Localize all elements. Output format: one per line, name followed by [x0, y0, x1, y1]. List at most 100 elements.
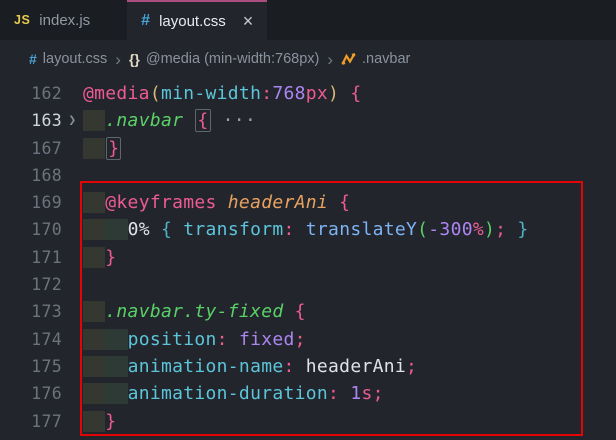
code-token	[83, 138, 105, 159]
code-token	[105, 219, 127, 240]
code-text: animation-name: headerAni;	[83, 353, 417, 380]
code-token: ···	[212, 110, 257, 131]
fold-column	[62, 298, 83, 325]
line-number: 175	[0, 353, 62, 380]
code-text: @media(min-width:768px) {	[83, 80, 361, 107]
code-token: {	[195, 109, 210, 132]
js-file-icon: JS	[14, 13, 30, 27]
css-class-icon	[341, 52, 356, 66]
code-token	[228, 329, 239, 350]
code-token	[105, 329, 127, 350]
code-token	[506, 219, 517, 240]
code-line[interactable]: 168	[0, 162, 616, 189]
fold-column	[62, 326, 83, 353]
code-token: :	[328, 383, 339, 404]
breadcrumb-item-file[interactable]: # layout.css	[29, 51, 107, 67]
line-number: 170	[0, 216, 62, 243]
code-token: }	[105, 411, 116, 432]
close-tab-icon[interactable]: ×	[243, 12, 254, 30]
code-line[interactable]: 163❯ .navbar { ···	[0, 107, 616, 134]
code-token: transform	[183, 219, 283, 240]
code-token: animation-duration	[128, 383, 328, 404]
code-token: (	[150, 83, 161, 104]
code-line[interactable]: 169 @keyframes headerAni {	[0, 189, 616, 216]
code-line[interactable]: 171 }	[0, 244, 616, 271]
code-token: {	[161, 219, 172, 240]
code-text: }	[83, 244, 116, 271]
code-line[interactable]: 167 }	[0, 135, 616, 162]
code-token: s	[361, 383, 372, 404]
code-token	[83, 301, 105, 322]
code-token: {	[295, 301, 306, 322]
chevron-right-icon: ›	[326, 51, 334, 68]
code-token	[83, 110, 105, 131]
code-token: fixed	[239, 329, 295, 350]
code-token: 0%	[128, 219, 150, 240]
fold-chevron-icon[interactable]: ❯	[62, 107, 83, 134]
code-token	[83, 219, 105, 240]
code-text: }	[83, 408, 116, 435]
code-token	[339, 383, 350, 404]
line-number: 176	[0, 380, 62, 407]
code-token: headerAni	[306, 356, 406, 377]
code-line[interactable]: 173 .navbar.ty-fixed {	[0, 298, 616, 325]
fold-column	[62, 408, 83, 435]
code-line[interactable]: 162 @media(min-width:768px) {	[0, 80, 616, 107]
fold-column	[62, 162, 83, 189]
code-token: translateY	[306, 219, 417, 240]
code-line[interactable]: 176 animation-duration: 1s;	[0, 380, 616, 407]
code-token	[105, 383, 127, 404]
code-token: :	[217, 329, 228, 350]
code-text: .navbar { ···	[83, 107, 256, 134]
code-token	[150, 219, 161, 240]
line-number: 174	[0, 326, 62, 353]
fold-column	[62, 80, 83, 107]
tab-layout-css[interactable]: # layout.css ×	[127, 0, 267, 40]
breadcrumb-label: layout.css	[43, 51, 107, 67]
fold-column	[62, 189, 83, 216]
code-token: 768	[272, 83, 305, 104]
code-token: {	[339, 192, 350, 213]
code-token	[172, 219, 183, 240]
code-token: ;	[406, 356, 417, 377]
code-line[interactable]: 175 animation-name: headerAni;	[0, 353, 616, 380]
code-token: min-width	[161, 83, 261, 104]
breadcrumb-item-navbar[interactable]: .navbar	[341, 51, 410, 67]
fold-column	[62, 244, 83, 271]
line-number: 173	[0, 298, 62, 325]
code-token: )	[328, 83, 339, 104]
code-token: @keyframes	[105, 192, 216, 213]
code-line[interactable]: 172	[0, 271, 616, 298]
code-area[interactable]: 162@media(min-width:768px) {163❯ .navbar…	[0, 80, 616, 435]
breadcrumb: # layout.css › {} @media (min-width:768p…	[0, 40, 616, 78]
breadcrumb-label: @media (min-width:768px)	[146, 51, 319, 67]
line-number: 162	[0, 80, 62, 107]
tab-index-js[interactable]: JS index.js	[0, 0, 104, 40]
code-token	[105, 356, 127, 377]
breadcrumb-item-media[interactable]: {} @media (min-width:768px)	[129, 51, 319, 67]
breadcrumb-label: .navbar	[362, 51, 410, 67]
fold-column	[62, 380, 83, 407]
code-token	[83, 192, 105, 213]
editor-tab-bar: JS index.js # layout.css ×	[0, 0, 616, 40]
code-token: )	[484, 219, 495, 240]
fold-column	[62, 216, 83, 243]
code-text: @keyframes headerAni {	[83, 189, 350, 216]
code-line[interactable]: 174 position: fixed;	[0, 326, 616, 353]
line-number: 163	[0, 107, 62, 134]
code-line[interactable]: 170 0% { transform: translateY(-300%); }	[0, 216, 616, 243]
code-token: :	[283, 356, 294, 377]
code-token: {	[350, 83, 361, 104]
code-token: }	[105, 247, 116, 268]
code-token	[83, 411, 105, 432]
code-token	[217, 192, 228, 213]
code-text: 0% { transform: translateY(-300%); }	[83, 216, 529, 243]
code-token	[183, 110, 194, 131]
line-number: 172	[0, 271, 62, 298]
code-line[interactable]: 177 }	[0, 408, 616, 435]
code-token: .navbar	[105, 110, 183, 131]
line-number: 168	[0, 162, 62, 189]
code-token: @media	[83, 83, 150, 104]
code-token: ;	[495, 219, 506, 240]
line-number: 177	[0, 408, 62, 435]
